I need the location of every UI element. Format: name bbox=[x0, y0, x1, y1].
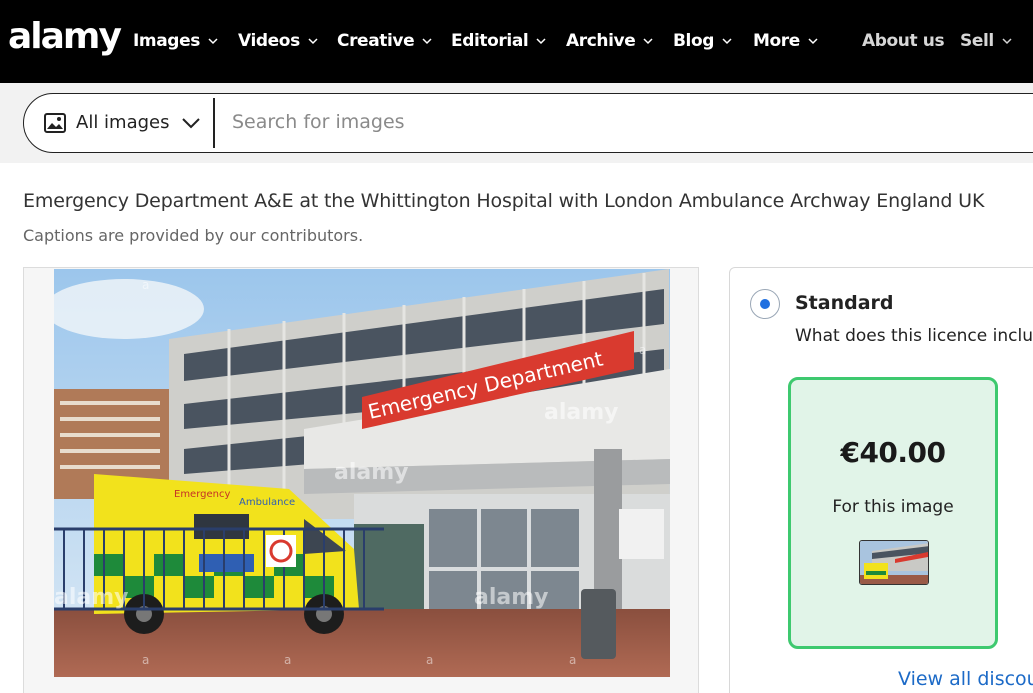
image-caption: Emergency Department A&E at the Whitting… bbox=[23, 190, 985, 212]
nav-more-label: More bbox=[753, 31, 800, 51]
nav-archive-label: Archive bbox=[566, 31, 636, 51]
ambulance-text-ambulance: Ambulance bbox=[239, 497, 295, 508]
nav-editorial[interactable]: Editorial bbox=[451, 28, 546, 54]
licence-panel: Standard What does this licence includ €… bbox=[729, 267, 1033, 693]
nav-more[interactable]: More bbox=[753, 28, 818, 54]
watermark-text: alamy bbox=[334, 460, 409, 485]
search-divider bbox=[213, 98, 215, 148]
nav-about-us[interactable]: About us bbox=[862, 28, 945, 54]
nav-videos[interactable]: Videos bbox=[238, 28, 318, 54]
chevron-down-icon bbox=[182, 117, 201, 128]
chevron-down-icon bbox=[208, 38, 218, 45]
watermark-mark: a bbox=[426, 653, 433, 667]
chevron-down-icon bbox=[643, 38, 653, 45]
watermark-mark: a bbox=[142, 278, 149, 292]
search-scope-label: All images bbox=[76, 112, 170, 133]
nav-creative-label: Creative bbox=[337, 31, 415, 51]
nav-about-us-label: About us bbox=[862, 31, 945, 51]
price-note: For this image bbox=[832, 497, 954, 517]
price-value: €40.00 bbox=[840, 436, 946, 469]
chevron-down-icon bbox=[536, 38, 546, 45]
watermark-mark: a bbox=[142, 653, 149, 667]
image-preview-panel: Emergency Department Emergency Ambulance… bbox=[23, 267, 699, 693]
watermark-mark: a bbox=[639, 343, 646, 357]
licence-info-link[interactable]: What does this licence includ bbox=[795, 326, 1033, 346]
search-band: All images bbox=[0, 83, 1033, 163]
nav-sell[interactable]: Sell bbox=[960, 28, 1012, 54]
licence-title: Standard bbox=[795, 292, 894, 314]
chevron-down-icon bbox=[308, 38, 318, 45]
watermark-mark: a bbox=[569, 653, 576, 667]
nav-archive[interactable]: Archive bbox=[566, 28, 653, 54]
standard-licence-radio[interactable] bbox=[750, 289, 780, 319]
stock-photo[interactable]: Emergency Department Emergency Ambulance… bbox=[54, 269, 670, 677]
watermark-text: alamy bbox=[544, 400, 619, 425]
image-icon bbox=[44, 112, 66, 133]
chevron-down-icon bbox=[808, 38, 818, 45]
nav-blog-label: Blog bbox=[673, 31, 715, 51]
caption-note: Captions are provided by our contributor… bbox=[23, 226, 364, 245]
alamy-logo[interactable]: alamy bbox=[8, 14, 122, 60]
view-all-discounts-link[interactable]: View all discou bbox=[898, 668, 1033, 690]
nav-blog[interactable]: Blog bbox=[673, 28, 732, 54]
chevron-down-icon bbox=[422, 38, 432, 45]
search-scope-dropdown[interactable]: All images bbox=[44, 94, 201, 151]
thumbnail-photo bbox=[860, 541, 928, 584]
watermark-text: alamy bbox=[54, 585, 129, 610]
nav-videos-label: Videos bbox=[238, 31, 300, 51]
price-option-card[interactable]: €40.00 For this image bbox=[788, 377, 998, 649]
nav-creative[interactable]: Creative bbox=[337, 28, 432, 54]
watermark-mark: a bbox=[284, 653, 291, 667]
search-input[interactable] bbox=[232, 104, 1032, 140]
nav-sell-label: Sell bbox=[960, 31, 994, 51]
nav-images[interactable]: Images bbox=[133, 28, 218, 54]
chevron-down-icon bbox=[722, 38, 732, 45]
nav-editorial-label: Editorial bbox=[451, 31, 529, 51]
chevron-down-icon bbox=[1002, 38, 1012, 45]
image-thumbnail bbox=[859, 540, 929, 585]
hospital-photo: Emergency Department Emergency Ambulance… bbox=[54, 269, 670, 677]
search-bar: All images bbox=[23, 93, 1033, 153]
nav-images-label: Images bbox=[133, 31, 200, 51]
watermark-text: alamy bbox=[474, 585, 549, 610]
ambulance-text-emergency: Emergency bbox=[174, 489, 230, 500]
top-navigation-bar: alamy Images Videos Creative Editorial A… bbox=[0, 0, 1033, 83]
